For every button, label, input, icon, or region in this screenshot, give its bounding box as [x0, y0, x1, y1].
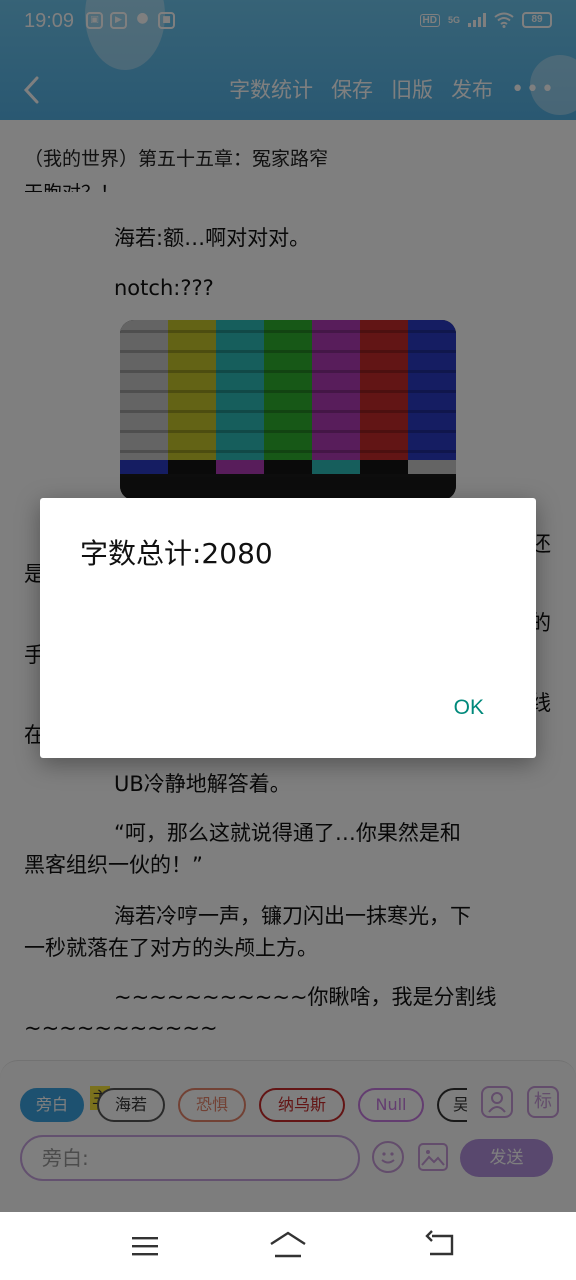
word-count-dialog: 字数总计:2080 OK [40, 498, 536, 758]
dialog-message: 字数总计:2080 [80, 537, 273, 570]
back-nav-icon[interactable] [424, 1230, 456, 1260]
menu-icon[interactable] [130, 1234, 160, 1258]
home-icon[interactable] [268, 1230, 308, 1260]
system-nav-bar [0, 1212, 576, 1280]
ok-button[interactable]: OK [454, 696, 484, 720]
